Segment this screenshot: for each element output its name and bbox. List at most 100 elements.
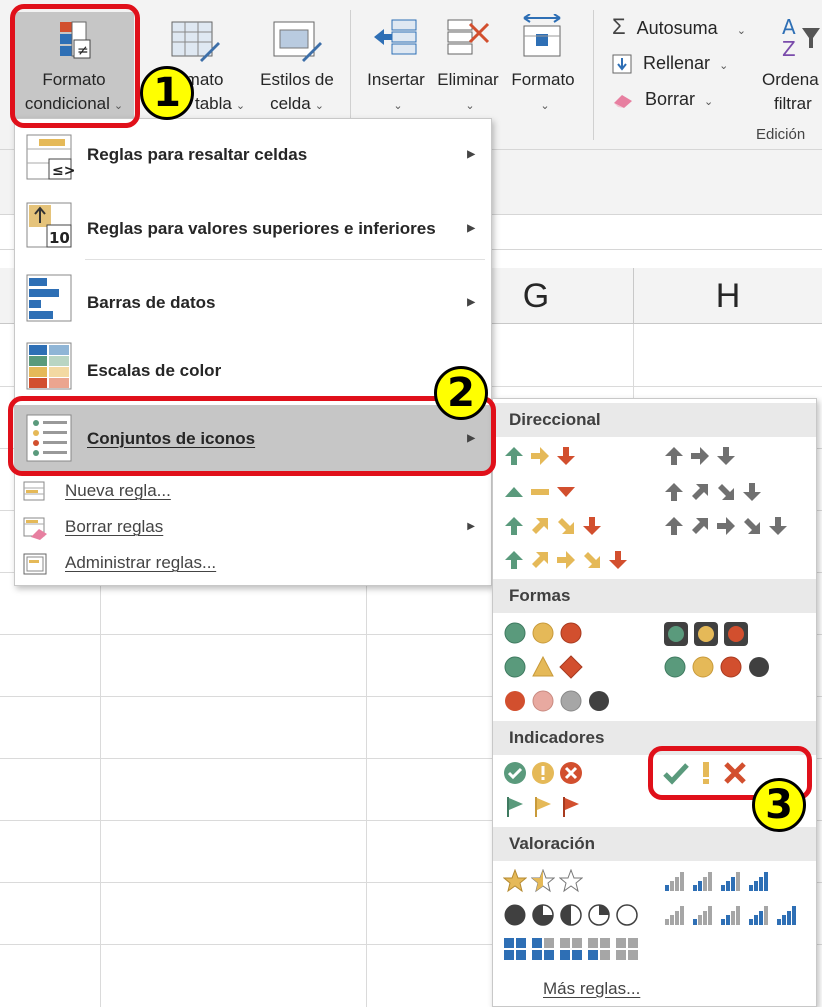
boxes-2-icon [560, 938, 582, 960]
menu-item-highlight-rules[interactable]: ≤> Reglas para resaltar celdas ▶ [15, 123, 491, 189]
signal-bars-1-icon [665, 872, 684, 891]
iconset-3-flags[interactable] [503, 795, 583, 819]
iconset-5-arrows-colored[interactable] [503, 549, 629, 571]
arrow-down-right-icon [584, 552, 600, 568]
iconset-4-ratings[interactable] [663, 869, 771, 893]
rimmed-yellow-icon [694, 622, 718, 646]
circle-green-icon [504, 656, 526, 678]
iconset-4-arrows-colored[interactable] [503, 515, 603, 537]
arrow-right-icon [691, 447, 709, 465]
iconset-3-signs[interactable] [503, 655, 583, 679]
boxes-1-icon [588, 938, 610, 960]
arrow-right-icon [531, 447, 549, 465]
boxes-4-icon [504, 938, 526, 960]
exclamation-circle-icon [532, 762, 554, 784]
arrow-right-icon [717, 517, 735, 535]
quarter-three-icon [532, 904, 554, 926]
iconset-5-ratings[interactable] [663, 903, 799, 927]
sort-filter-button[interactable]: A Z Ordena filtrar [756, 12, 822, 122]
data-bars-icon [26, 274, 72, 322]
clear-rules-icon [23, 517, 47, 540]
svg-text:Z: Z [782, 37, 796, 61]
menu-item-color-scales[interactable]: Escalas de color [15, 335, 491, 401]
menu-item-top-bottom-rules[interactable]: 10 Reglas para valores superiores e infe… [15, 193, 491, 259]
cell-styles-label-2: celda [270, 94, 311, 113]
iconset-3-arrows-colored[interactable] [503, 445, 577, 467]
section-header-formas: Formas [493, 579, 816, 613]
fill-button[interactable]: Rellenar ⌄ [612, 48, 728, 78]
x-circle-icon [560, 762, 582, 784]
clear-button[interactable]: Borrar ⌄ [612, 84, 713, 114]
boxes-3-icon [532, 938, 554, 960]
chevron-down-icon: ⌄ [235, 100, 246, 112]
quarter-half-icon [560, 904, 582, 926]
menu-item-manage-rules[interactable]: Administrar reglas... [15, 547, 491, 581]
chevron-down-icon: ⌄ [314, 100, 324, 112]
callout-box-2 [8, 396, 496, 476]
iconset-5-quarters[interactable] [503, 903, 639, 927]
rimmed-green-icon [664, 622, 688, 646]
iconset-3-triangles[interactable] [503, 481, 577, 503]
cell-styles-icon [273, 21, 322, 62]
iconset-3-traffic-lights-rimmed[interactable] [663, 621, 749, 647]
menu-item-label: Administrar reglas... [65, 553, 217, 572]
arrow-down-icon [557, 447, 575, 465]
arrow-up-right-icon [532, 552, 548, 568]
icon-sets-submenu: Direccional Formas Indicadores Valoració… [492, 398, 817, 1007]
menu-item-data-bars[interactable]: Barras de datos ▶ [15, 265, 491, 331]
star-half-icon [531, 869, 555, 893]
editing-group-label: Edición [756, 126, 806, 143]
iconset-3-symbols-circled[interactable] [503, 761, 583, 785]
submenu-arrow-icon: ▶ [467, 521, 475, 532]
insert-button[interactable]: Insertar ⌄ [362, 12, 430, 122]
delete-label: Eliminar [437, 70, 499, 89]
rimmed-red-icon [724, 622, 748, 646]
iconset-5-arrows-gray[interactable] [663, 515, 789, 537]
cell-styles-button[interactable]: Estilos de celda ⌄ [252, 12, 342, 122]
more-rules-link[interactable]: Más reglas... [543, 979, 640, 999]
sigma-icon: Σ [612, 14, 626, 39]
iconset-4-arrows-gray[interactable] [663, 481, 763, 503]
menu-separator [85, 259, 485, 260]
sort-filter-label-1: Ordena [762, 70, 819, 89]
submenu-arrow-icon: ▶ [467, 149, 475, 160]
delete-button[interactable]: Eliminar ⌄ [432, 12, 504, 122]
iconset-3-stars[interactable] [503, 869, 583, 893]
arrow-up-icon [505, 517, 523, 535]
menu-item-clear-rules[interactable]: Borrar reglas ▶ [15, 511, 491, 545]
arrow-down-icon [769, 517, 787, 535]
iconset-5-boxes[interactable] [503, 937, 639, 961]
chevron-down-icon: ⌄ [540, 100, 550, 112]
chevron-down-icon: ⌄ [465, 100, 475, 112]
menu-item-label: Nueva regla... [65, 481, 171, 500]
signal-bars-4-icon [777, 906, 796, 925]
menu-item-new-rule[interactable]: Nueva regla... [15, 475, 491, 509]
cell-styles-label-1: Estilos de [260, 70, 334, 89]
quarter-one-icon [588, 904, 610, 926]
submenu-arrow-icon: ▶ [467, 297, 475, 308]
chevron-down-icon: ⌄ [719, 60, 729, 72]
iconset-3-arrows-gray[interactable] [663, 445, 737, 467]
format-button[interactable]: Formato ⌄ [506, 12, 580, 122]
color-scales-icon [26, 342, 72, 390]
arrow-up-right-icon [532, 518, 548, 534]
iconset-red-to-black[interactable] [503, 689, 611, 713]
new-rule-icon [23, 481, 45, 501]
arrow-down-icon [609, 551, 627, 569]
iconset-3-traffic-lights[interactable] [503, 621, 583, 645]
arrow-down-right-icon [558, 518, 574, 534]
arrow-up-icon [665, 483, 683, 501]
signal-bars-3-icon [721, 872, 740, 891]
section-header-direccional: Direccional [493, 403, 816, 437]
column-header-h[interactable]: H [633, 268, 822, 324]
circle-red-icon [720, 656, 742, 678]
callout-badge-2: 2 [434, 366, 488, 420]
menu-item-label: Escalas de color [87, 361, 222, 380]
arrow-up-right-icon [692, 518, 708, 534]
arrow-up-icon [505, 551, 523, 569]
circle-gray-icon [560, 690, 582, 712]
autosum-button[interactable]: Σ Autosuma ⌄ [612, 12, 746, 42]
quarter-empty-icon [616, 904, 638, 926]
iconset-4-traffic-lights[interactable] [663, 655, 771, 679]
check-circle-icon [504, 762, 526, 784]
